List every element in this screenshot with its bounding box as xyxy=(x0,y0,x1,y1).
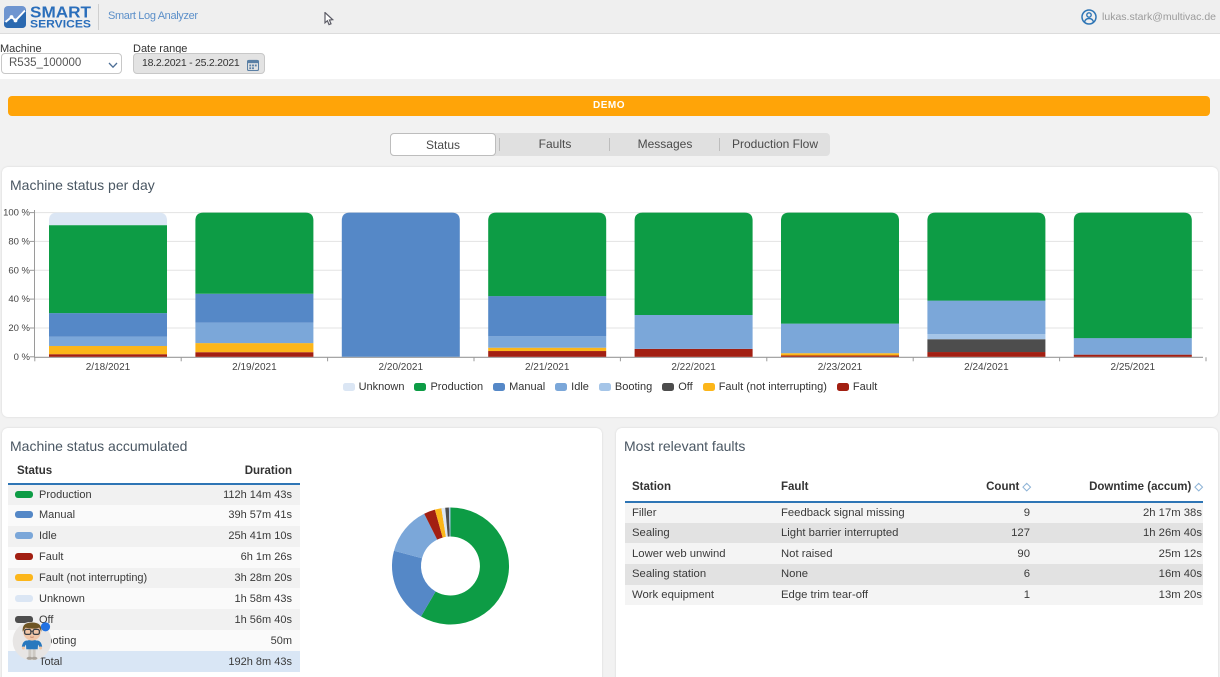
svg-text:SERVICES: SERVICES xyxy=(30,18,91,28)
svg-text:2/24/2021: 2/24/2021 xyxy=(964,362,1009,373)
svg-text:2/23/2021: 2/23/2021 xyxy=(818,362,863,373)
svg-text:0 %: 0 % xyxy=(14,352,31,363)
svg-text:80 %: 80 % xyxy=(8,236,30,247)
svg-text:2/25/2021: 2/25/2021 xyxy=(1111,362,1156,373)
svg-text:2/19/2021: 2/19/2021 xyxy=(232,362,277,373)
svg-text:2/18/2021: 2/18/2021 xyxy=(86,362,131,373)
svg-text:2/22/2021: 2/22/2021 xyxy=(671,362,716,373)
svg-text:2/21/2021: 2/21/2021 xyxy=(525,362,570,373)
svg-text:60 %: 60 % xyxy=(8,265,30,276)
svg-text:20 %: 20 % xyxy=(8,323,30,334)
svg-text:2/20/2021: 2/20/2021 xyxy=(379,362,424,373)
svg-text:100 %: 100 % xyxy=(3,208,30,219)
svg-text:40 %: 40 % xyxy=(8,294,30,305)
